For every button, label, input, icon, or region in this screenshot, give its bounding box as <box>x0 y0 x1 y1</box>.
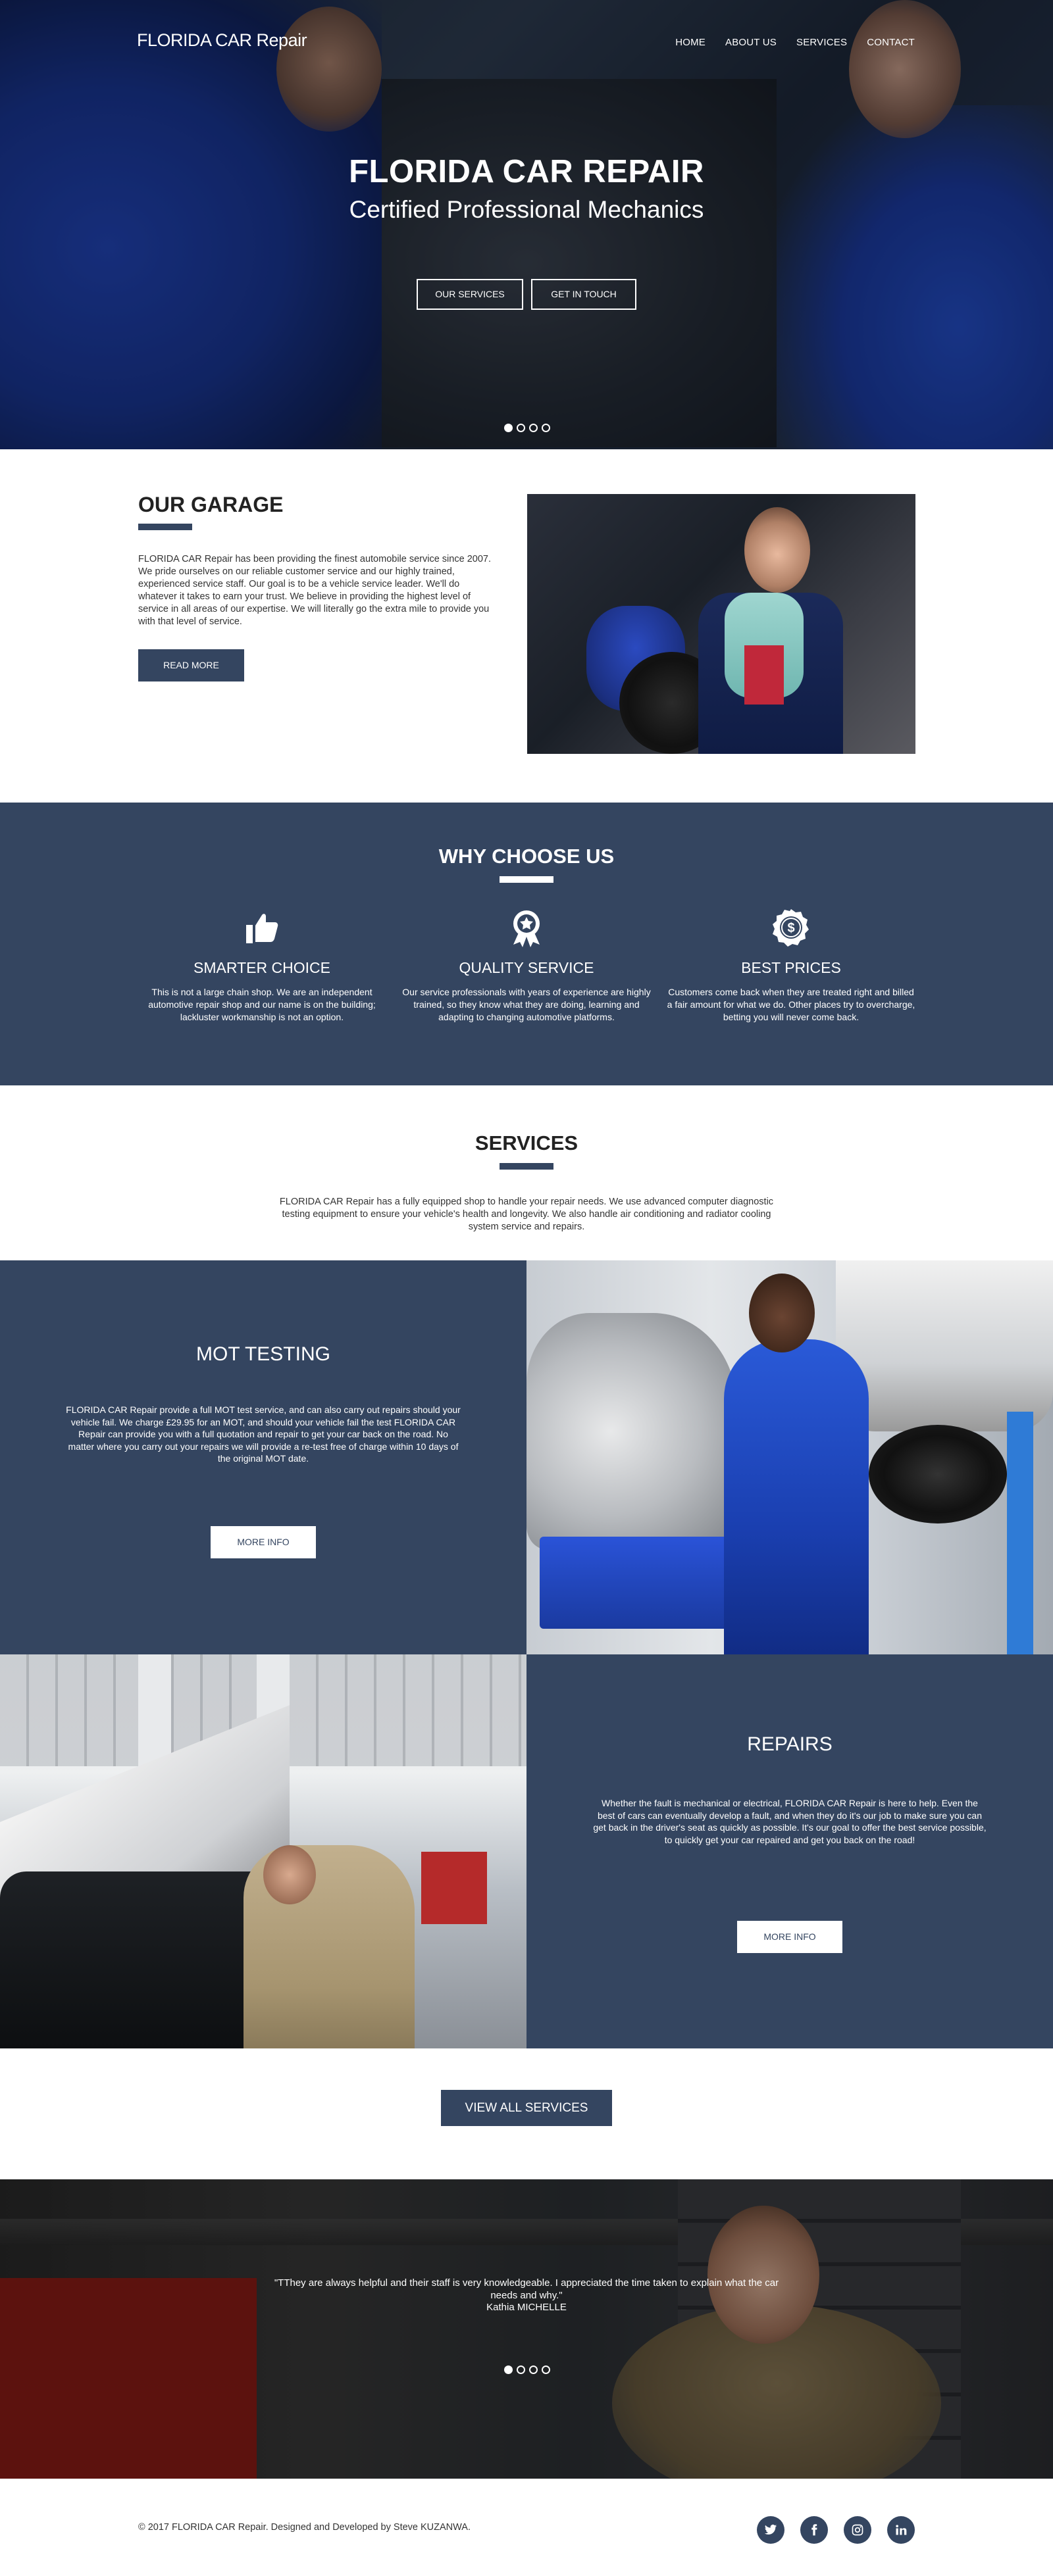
service-card-repairs: REPAIRS Whether the fault is mechanical … <box>526 1654 1053 2048</box>
testimonial-author: Kathia MICHELLE <box>486 2302 567 2313</box>
social-links <box>757 2516 915 2544</box>
photo-lift-column <box>1007 1412 1033 1654</box>
instagram-icon[interactable] <box>844 2516 871 2544</box>
linkedin-icon[interactable] <box>887 2516 915 2544</box>
repairs-more-info-button[interactable]: MORE INFO <box>737 1921 842 1953</box>
dollar-badge-icon: $ <box>771 908 811 947</box>
main-menu: HOME ABOUT US SERVICES CONTACT <box>675 37 915 48</box>
view-all-services-section: VIEW ALL SERVICES <box>0 2048 1053 2179</box>
title-underline <box>138 524 192 530</box>
service-text: FLORIDA CAR Repair provide a full MOT te… <box>66 1404 461 1464</box>
garage-photo <box>527 494 915 754</box>
service-card-mot-testing: MOT TESTING FLORIDA CAR Repair provide a… <box>0 1260 526 1654</box>
slider-dot[interactable] <box>504 2365 513 2374</box>
why-title: WHY CHOOSE US <box>438 845 615 868</box>
repairs-photo <box>0 1654 526 2048</box>
why-choose-us-section: WHY CHOOSE US SMARTER CHOICE This is not… <box>0 803 1053 1085</box>
hero-section: FLORIDA CAR Repair HOME ABOUT US SERVICE… <box>0 0 1053 449</box>
feature-title: SMARTER CHOICE <box>193 959 330 976</box>
photo-tool-cart <box>540 1537 737 1629</box>
slider-dot[interactable] <box>542 2365 550 2374</box>
title-underline <box>500 876 553 883</box>
photo-mechanic <box>724 1339 869 1654</box>
photo-tool-cabinet <box>421 1852 487 1924</box>
our-services-button[interactable]: OUR SERVICES <box>417 279 523 310</box>
slider-dot[interactable] <box>504 424 513 432</box>
service-text: Whether the fault is mechanical or elect… <box>593 1798 987 1845</box>
top-nav: FLORIDA CAR Repair HOME ABOUT US SERVICE… <box>0 0 1053 86</box>
award-ribbon-icon <box>507 908 546 947</box>
title-underline <box>500 1163 553 1170</box>
footer: © 2017 FLORIDA CAR Repair. Designed and … <box>0 2479 1053 2576</box>
view-all-services-button[interactable]: VIEW ALL SERVICES <box>441 2090 612 2126</box>
get-in-touch-button[interactable]: GET IN TOUCH <box>531 279 636 310</box>
slider-dot[interactable] <box>529 424 538 432</box>
feature-title: BEST PRICES <box>741 959 841 976</box>
garage-title: OUR GARAGE <box>138 493 284 516</box>
slider-dot[interactable] <box>517 2365 525 2374</box>
testimonial-overlay <box>0 2179 1053 2479</box>
read-more-button[interactable]: READ MORE <box>138 649 244 681</box>
slider-dot[interactable] <box>542 424 550 432</box>
photo-car <box>526 1313 737 1550</box>
feature-title: QUALITY SERVICE <box>459 959 594 976</box>
mot-more-info-button[interactable]: MORE INFO <box>211 1526 316 1558</box>
nav-about-us[interactable]: ABOUT US <box>725 37 777 48</box>
service-title: MOT TESTING <box>196 1343 330 1365</box>
hero-slider-dots <box>504 424 550 432</box>
garage-text: FLORIDA CAR Repair has been providing th… <box>138 554 491 627</box>
photo-wheel <box>869 1425 1007 1523</box>
feature-text: This is not a large chain shop. We are a… <box>148 987 376 1022</box>
nav-contact[interactable]: CONTACT <box>867 37 915 48</box>
brand-logo[interactable]: FLORIDA CAR Repair <box>137 30 307 51</box>
hero-subtitle: Certified Professional Mechanics <box>349 196 704 223</box>
services-intro: FLORIDA CAR Repair has a fully equipped … <box>279 1197 774 1232</box>
mot-testing-photo <box>526 1260 1053 1654</box>
facebook-icon[interactable] <box>800 2516 828 2544</box>
feature-smarter-choice: SMARTER CHOICE This is not a large chain… <box>137 908 387 1024</box>
hero-title: FLORIDA CAR REPAIR <box>349 154 704 189</box>
testimonial-section: "TThey are always helpful and their staf… <box>0 2179 1053 2479</box>
services-section-header: SERVICES FLORIDA CAR Repair has a fully … <box>0 1085 1053 1260</box>
slider-dot[interactable] <box>517 424 525 432</box>
feature-best-prices: $ BEST PRICES Customers come back when t… <box>666 908 916 1024</box>
feature-text: Our service professionals with years of … <box>402 987 651 1022</box>
testimonial-quote: "TThey are always helpful and their staf… <box>274 2277 779 2301</box>
testimonial-slider-dots <box>504 2365 550 2374</box>
nav-services[interactable]: SERVICES <box>796 37 847 48</box>
services-title: SERVICES <box>475 1131 578 1154</box>
svg-text:$: $ <box>787 921 794 935</box>
photo-mechanic-head <box>263 1845 316 1904</box>
feature-text: Customers come back when they are treate… <box>667 987 915 1022</box>
slider-dot[interactable] <box>529 2365 538 2374</box>
photo-shirt <box>744 645 784 705</box>
our-garage-section: OUR GARAGE FLORIDA CAR Repair has been p… <box>0 449 1053 803</box>
thumbs-up-icon <box>242 908 282 947</box>
nav-home[interactable]: HOME <box>675 37 706 48</box>
twitter-icon[interactable] <box>757 2516 784 2544</box>
photo-woman-head <box>744 507 810 593</box>
feature-quality-service: QUALITY SERVICE Our service professional… <box>401 908 652 1024</box>
copyright-text: © 2017 FLORIDA CAR Repair. Designed and … <box>138 2522 471 2533</box>
photo-mechanic-head <box>749 1274 815 1352</box>
service-title: REPAIRS <box>747 1733 833 1755</box>
hero-buttons: OUR SERVICES GET IN TOUCH <box>0 279 1053 310</box>
